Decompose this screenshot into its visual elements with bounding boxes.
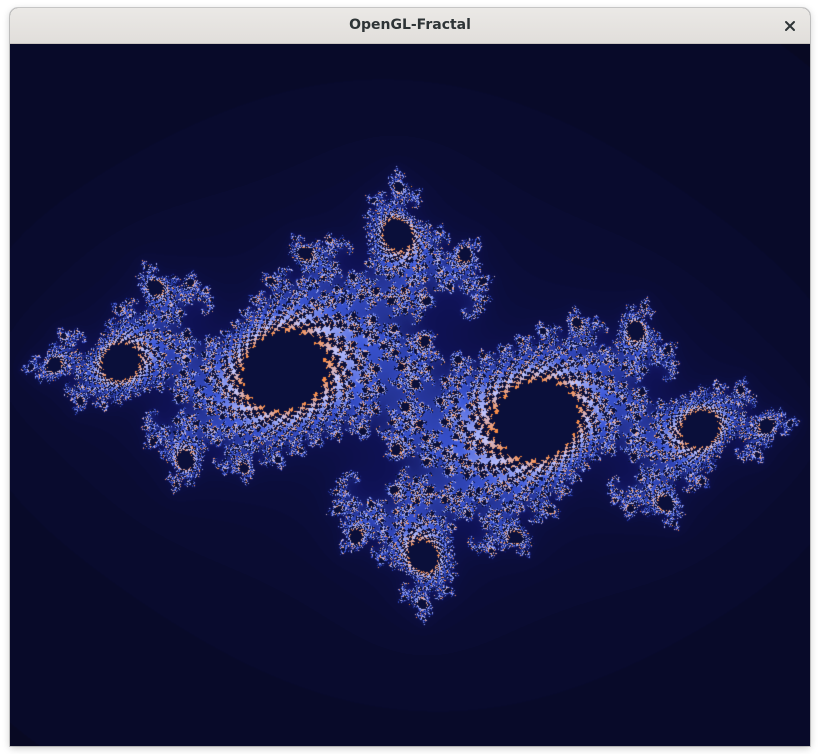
close-icon (784, 20, 796, 32)
fractal-viewport[interactable] (10, 44, 810, 746)
title-bar[interactable]: OpenGL-Fractal (10, 8, 810, 44)
close-button[interactable] (778, 14, 802, 38)
fractal-canvas[interactable] (10, 44, 810, 746)
window-title: OpenGL-Fractal (349, 17, 471, 33)
app-window: OpenGL-Fractal (10, 8, 810, 746)
